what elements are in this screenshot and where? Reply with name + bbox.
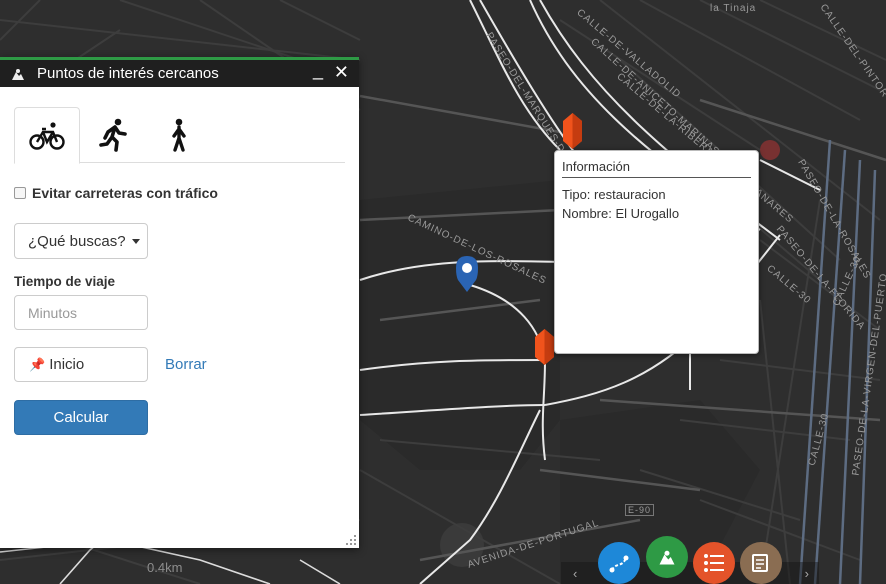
poi-marker-restaurant[interactable]	[533, 329, 556, 365]
start-button[interactable]: 📌 Inicio	[14, 347, 148, 382]
popup-title: Información	[562, 159, 751, 178]
nearby-poi-panel: Puntos de interés cercanos _ ✕ Evitar ca…	[0, 57, 359, 548]
panel-title: Puntos de interés cercanos	[37, 65, 219, 82]
bicycle-icon	[29, 121, 65, 150]
pushpin-icon: 📌	[29, 356, 46, 372]
notes-button[interactable]	[740, 542, 782, 584]
minutes-placeholder: Minutos	[28, 304, 78, 321]
info-popup: Información Tipo: restauracion Nombre: E…	[554, 150, 759, 354]
minimize-button[interactable]: _	[313, 60, 323, 81]
tab-walking[interactable]	[146, 107, 212, 163]
avoid-traffic-row[interactable]: Evitar carreteras con tráfico	[14, 185, 345, 201]
walking-icon	[172, 118, 186, 152]
calculate-button[interactable]: Calcular	[14, 400, 148, 435]
nearby-poi-button[interactable]	[646, 536, 688, 578]
tab-bicycle[interactable]	[14, 107, 80, 164]
avoid-traffic-checkbox[interactable]	[14, 187, 26, 199]
notes-icon	[752, 554, 768, 572]
tab-running[interactable]	[80, 107, 146, 163]
map-pin-icon	[659, 550, 675, 565]
clear-link[interactable]: Borrar	[165, 356, 207, 373]
resize-grip-icon[interactable]	[346, 535, 356, 545]
toolbar-right-arrow[interactable]: ›	[805, 566, 809, 581]
road-shield: E-90	[625, 504, 655, 516]
map-pin-icon	[10, 66, 26, 82]
popup-type: Tipo: restauracion	[562, 187, 666, 202]
location-marker[interactable]	[456, 256, 478, 292]
poi-marker-restaurant[interactable]	[561, 113, 584, 149]
street-label: la Tinaja	[710, 3, 757, 14]
route-icon	[609, 555, 629, 573]
close-button[interactable]: ✕	[334, 62, 349, 83]
minutes-input[interactable]: Minutos	[14, 295, 148, 330]
running-icon	[99, 118, 127, 152]
travel-mode-tabs	[14, 107, 345, 164]
list-button[interactable]	[693, 542, 735, 584]
caret-down-icon	[131, 238, 140, 244]
panel-titlebar[interactable]: Puntos de interés cercanos _ ✕	[0, 60, 359, 87]
map-scale: 0.4km	[147, 560, 183, 575]
toolbar-left-arrow[interactable]: ‹	[573, 566, 577, 581]
avoid-traffic-label: Evitar carreteras con tráfico	[32, 185, 218, 201]
search-dropdown-label: ¿Qué buscas?	[28, 232, 126, 250]
travel-time-label: Tiempo de viaje	[14, 274, 116, 289]
popup-name: Nombre: El Urogallo	[562, 206, 680, 221]
route-button[interactable]	[598, 542, 640, 584]
search-type-dropdown[interactable]: ¿Qué buscas?	[14, 223, 148, 259]
start-button-label: Inicio	[49, 356, 85, 373]
list-icon	[704, 554, 724, 572]
